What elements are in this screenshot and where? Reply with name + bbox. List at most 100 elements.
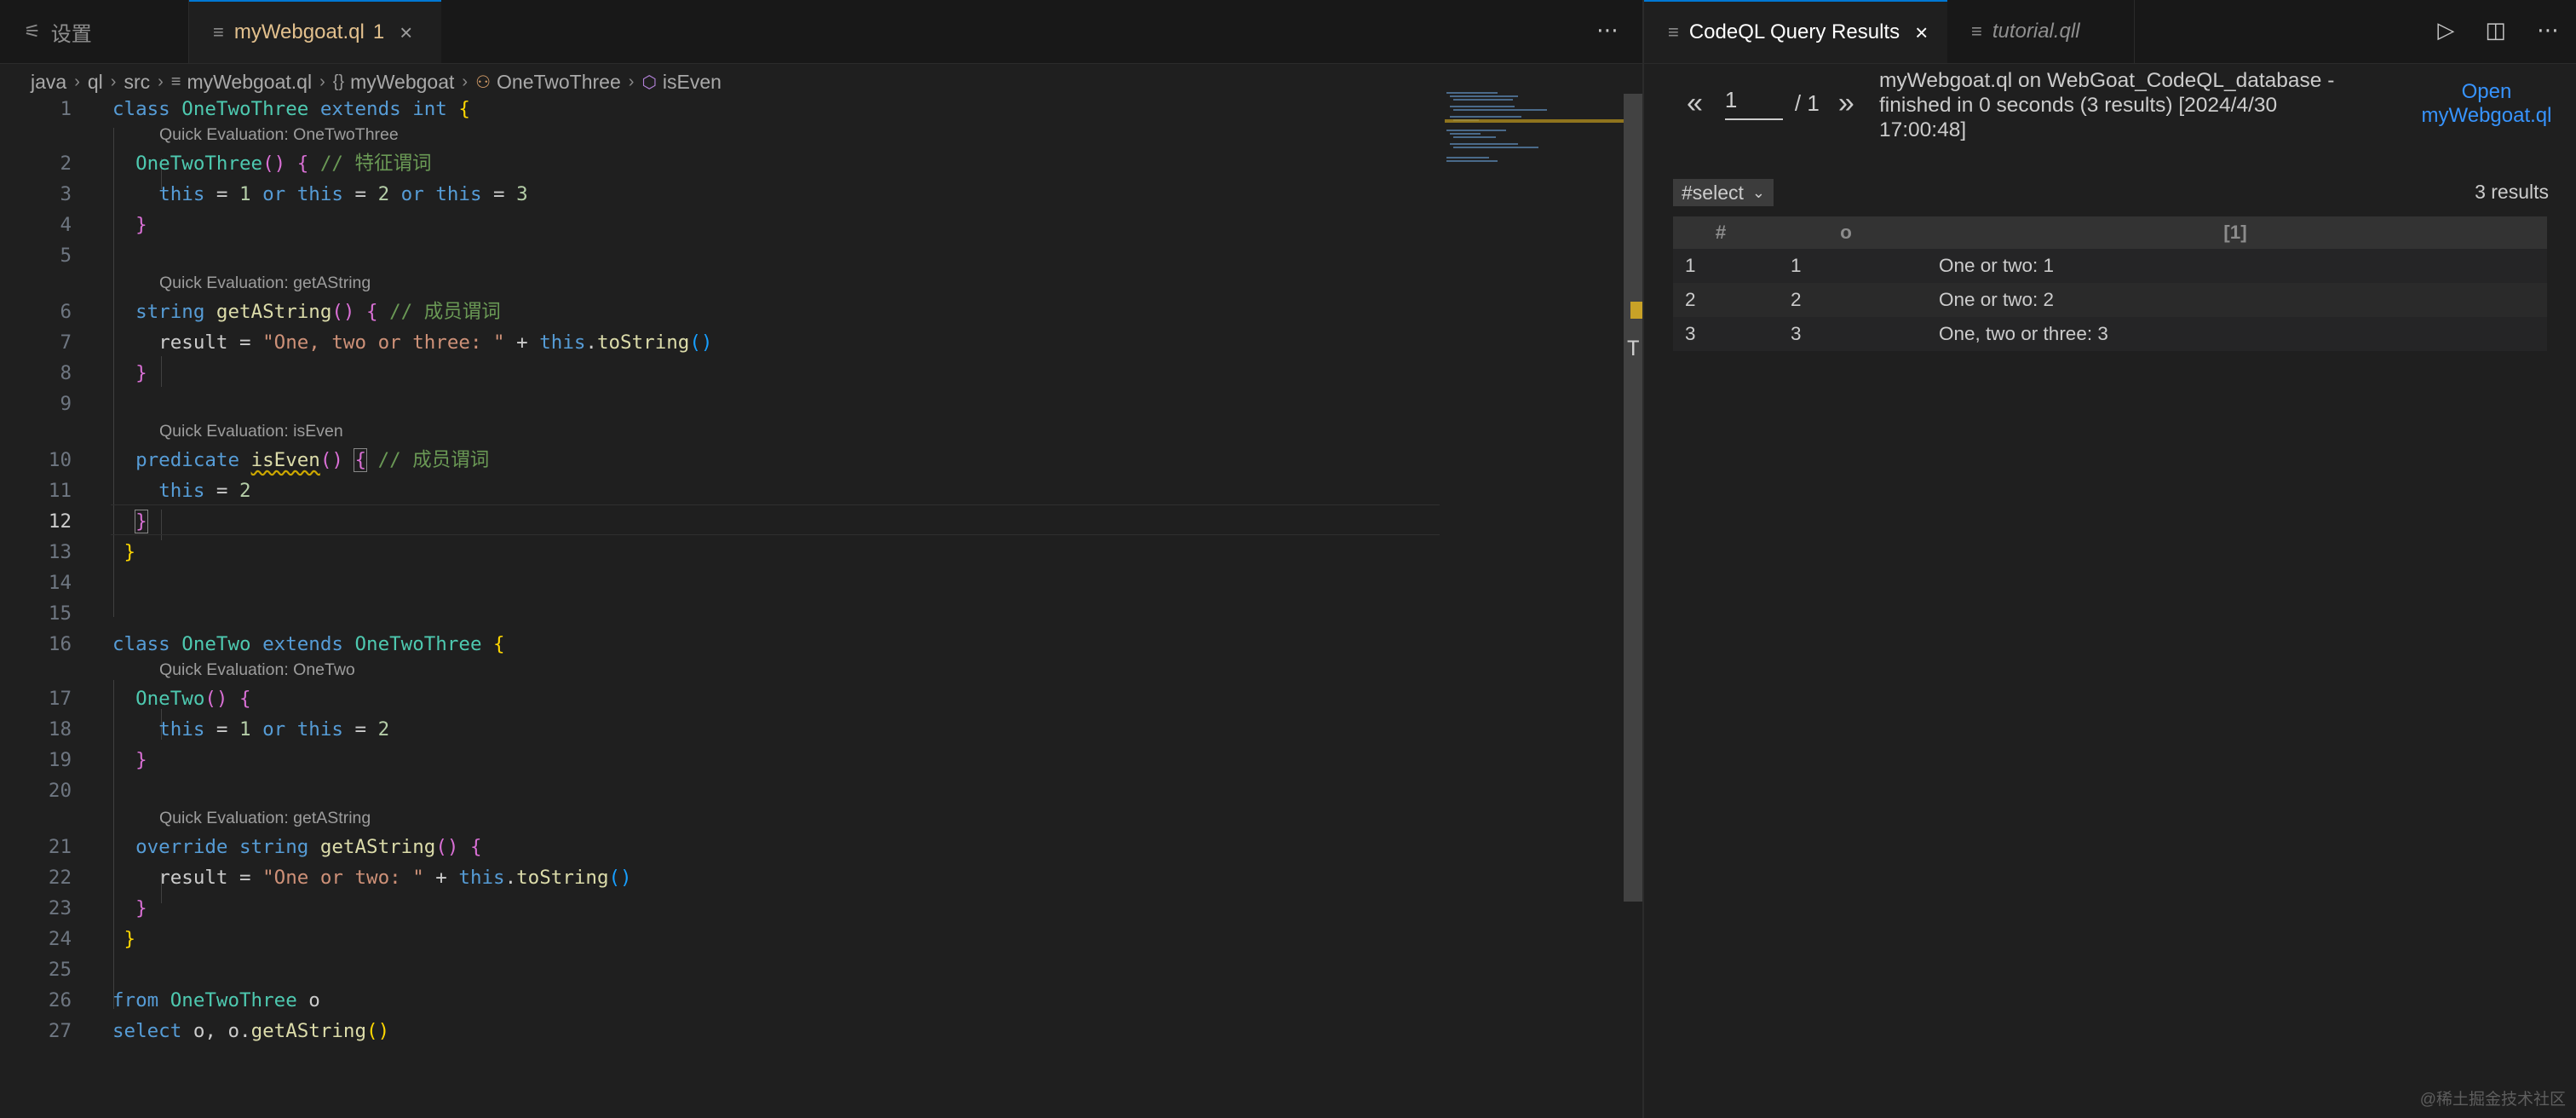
line-number: 6	[60, 301, 72, 323]
line-number: 9	[60, 393, 72, 415]
quick-evaluation-lens[interactable]: Quick Evaluation: getAString	[159, 804, 371, 832]
code-line: 21 override string getAString() {	[0, 832, 1440, 862]
query-info: myWebgoat.ql on WebGoat_CodeQL_database …	[1879, 69, 2335, 141]
code-line: 11 this = 2	[0, 475, 1440, 506]
code-line: 4 }	[0, 210, 1440, 240]
code-line: 19 }	[0, 745, 1440, 775]
editor-scrollbar[interactable]	[1624, 94, 1642, 902]
code-text: OneTwo() {	[135, 688, 251, 710]
code-line: 5	[0, 240, 1440, 271]
line-number: 8	[60, 362, 72, 384]
result-cell[interactable]: 1	[1768, 249, 1923, 283]
result-cell[interactable]: 3	[1768, 317, 1923, 351]
problem-count-badge: 1	[372, 20, 385, 43]
quick-evaluation-lens[interactable]: Quick Evaluation: isEven	[159, 418, 343, 445]
table-header-row: # o [1]	[1673, 216, 2547, 249]
minimap-slider[interactable]	[1445, 119, 1624, 123]
line-number: 17	[48, 688, 72, 710]
code-text: this = 2	[158, 480, 251, 502]
code-text: result = "One or two: " + this.toString(…	[158, 867, 632, 889]
line-number: 19	[48, 749, 72, 771]
file-lines-icon: ≡	[1668, 21, 1679, 43]
table-row[interactable]: 1 1 One or two: 1	[1673, 249, 2547, 283]
column-header[interactable]: o	[1768, 216, 1923, 249]
code-text: class OneTwoThree extends int {	[112, 98, 470, 120]
result-cell[interactable]: 2	[1768, 283, 1923, 317]
code-line: 20	[0, 775, 1440, 806]
code-text: this = 1 or this = 2 or this = 3	[158, 183, 528, 205]
editor-tab-bar: ⚟ 设置 ≡ myWebgoat.ql 1 × ⋯	[0, 0, 1642, 64]
line-number: 25	[48, 959, 72, 981]
line-number: 18	[48, 718, 72, 741]
line-number: 15	[48, 602, 72, 625]
column-header[interactable]: [1]	[1923, 216, 2547, 249]
result-set-select[interactable]: #select ⌄	[1673, 179, 1774, 206]
code-line: 8 }	[0, 358, 1440, 389]
page-navigation: « 1 / 1 »	[1687, 87, 1854, 120]
quick-evaluation-lens[interactable]: Quick Evaluation: OneTwoThree	[159, 121, 399, 148]
file-lines-icon: ≡	[1971, 20, 1982, 42]
row-index: 3	[1673, 317, 1768, 351]
chevron-down-icon: ⌄	[1751, 184, 1765, 201]
results-table: # o [1] 1 1 One or two: 1 2 2 One or two…	[1673, 216, 2547, 351]
column-header[interactable]: #	[1673, 216, 1768, 249]
result-cell[interactable]: One, two or three: 3	[1923, 317, 2547, 351]
previous-page-icon[interactable]: «	[1687, 87, 1703, 120]
code-text: string getAString() { // 成员谓词	[135, 301, 501, 323]
next-page-icon[interactable]: »	[1838, 87, 1854, 120]
code-line: 3 this = 1 or this = 2 or this = 3	[0, 179, 1440, 210]
close-icon[interactable]: ×	[1915, 20, 1928, 46]
quick-evaluation-lens[interactable]: Quick Evaluation: getAString	[159, 269, 371, 297]
code-line: 27 select o, o.getAString()	[0, 1016, 1440, 1046]
code-text: }	[135, 897, 147, 919]
line-number: 22	[48, 867, 72, 889]
scrollbar-cursor-marker: T	[1627, 337, 1640, 360]
result-set-value: #select	[1682, 182, 1744, 204]
code-line: 6 string getAString() { // 成员谓词	[0, 297, 1440, 327]
results-tab-bar: ≡ CodeQL Query Results × ≡ tutorial.qll …	[1644, 0, 2576, 64]
open-query-link[interactable]: Open myWebgoat.ql	[2411, 80, 2562, 128]
file-lines-icon: ≡	[213, 21, 224, 43]
code-text: this = 1 or this = 2	[158, 718, 390, 741]
quick-evaluation-lens[interactable]: Quick Evaluation: OneTwo	[159, 656, 355, 683]
run-icon[interactable]: ▷	[2437, 17, 2454, 43]
line-number: 7	[60, 331, 72, 354]
code-line: 23 }	[0, 893, 1440, 924]
page-input[interactable]: 1	[1724, 87, 1783, 120]
line-number: 26	[48, 989, 72, 1011]
line-number: 1	[60, 98, 72, 120]
tab-mywebgoat[interactable]: ≡ myWebgoat.ql 1 ×	[189, 0, 441, 63]
code-text: predicate isEven() { // 成员谓词	[135, 448, 490, 472]
line-number: 3	[60, 183, 72, 205]
line-number: 14	[48, 572, 72, 594]
close-icon[interactable]: ×	[400, 20, 412, 46]
code-line: 13 }	[0, 537, 1440, 568]
more-actions-icon[interactable]: ⋯	[2537, 17, 2559, 43]
more-actions-icon[interactable]: ⋯	[1596, 17, 1619, 43]
editor-pane: ⚟ 设置 ≡ myWebgoat.ql 1 × ⋯ java › ql › sr…	[0, 0, 1644, 1118]
tab-tutorial[interactable]: ≡ tutorial.qll	[1947, 0, 2135, 63]
table-row[interactable]: 2 2 One or two: 2	[1673, 283, 2547, 317]
code-line: 18 this = 1 or this = 2	[0, 714, 1440, 745]
page-total: / 1	[1794, 90, 1820, 116]
minimap[interactable]	[1445, 89, 1624, 191]
result-cell[interactable]: One or two: 1	[1923, 249, 2547, 283]
line-number: 2	[60, 153, 72, 175]
table-row[interactable]: 3 3 One, two or three: 3	[1673, 317, 2547, 351]
code-line: 16 class OneTwo extends OneTwoThree {	[0, 629, 1440, 660]
code-text: }	[135, 214, 147, 236]
code-line: 17 OneTwo() {	[0, 683, 1440, 714]
code-editor[interactable]: 1 class OneTwoThree extends int { Quick …	[0, 89, 1440, 1111]
code-line: 26 from OneTwoThree o	[0, 985, 1440, 1016]
tab-mywebgoat-label: myWebgoat.ql	[233, 20, 365, 43]
code-line: 10 predicate isEven() { // 成员谓词	[0, 445, 1440, 475]
results-pane: ≡ CodeQL Query Results × ≡ tutorial.qll …	[1644, 0, 2576, 1118]
result-cell[interactable]: One or two: 2	[1923, 283, 2547, 317]
tab-codeql-results[interactable]: ≡ CodeQL Query Results ×	[1644, 0, 1947, 63]
line-number: 27	[48, 1020, 72, 1042]
tab-settings[interactable]: ⚟ 设置	[0, 0, 189, 63]
split-editor-icon[interactable]: ◫	[2485, 17, 2506, 43]
row-index: 1	[1673, 249, 1768, 283]
line-number: 24	[48, 928, 72, 950]
line-number: 10	[48, 449, 72, 471]
